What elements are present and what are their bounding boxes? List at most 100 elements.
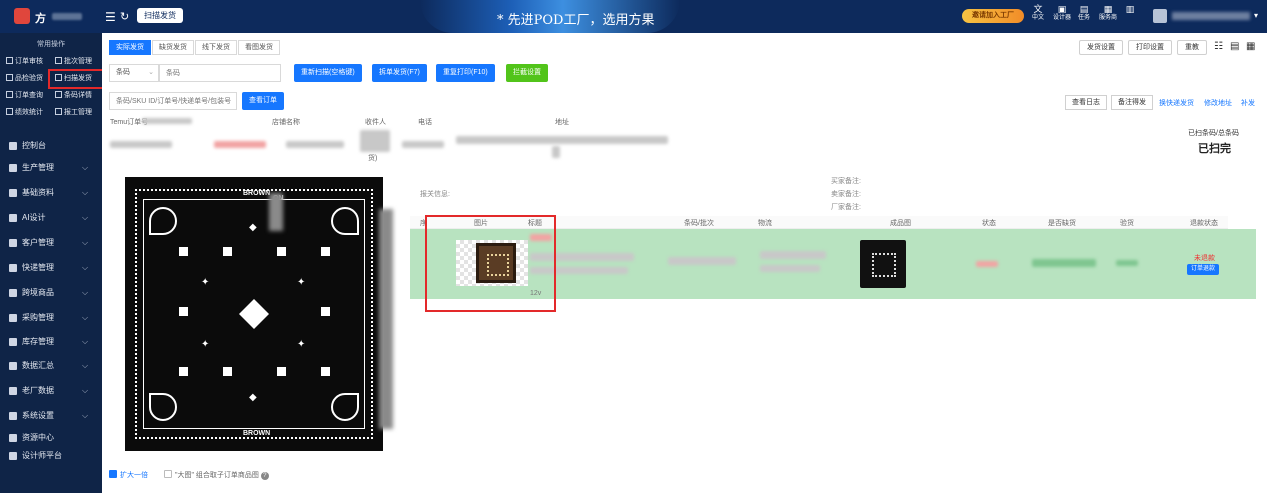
sidebar-item-ai-design[interactable]: AI设计 ⌵ [0, 206, 102, 230]
note-send-button[interactable]: 备注得发 [1111, 95, 1153, 110]
quick-order-query[interactable]: 订单查询 [6, 90, 43, 100]
calendar-icon[interactable]: ▤ [1230, 41, 1239, 52]
barcode-input[interactable] [159, 64, 281, 82]
resource-icon [9, 434, 17, 442]
sidebar-item-designer[interactable]: 设计师平台 [0, 444, 102, 468]
paisley-motif [331, 207, 359, 235]
reprint-button[interactable]: 重教 [1177, 40, 1207, 55]
intercept-settings-button[interactable]: 拦截设置 [506, 64, 548, 82]
address-blurred [456, 136, 668, 144]
finished-product-image[interactable] [860, 240, 906, 288]
large-image-checkbox[interactable] [163, 470, 172, 478]
change-express-link[interactable]: 换快递发货 [1159, 98, 1194, 108]
customer-icon [9, 239, 17, 247]
large-image-option[interactable]: "大图" 组合取子订单商品图 ? [163, 470, 269, 480]
pattern-square [179, 367, 188, 376]
quick-barcode-detail[interactable]: 条码详情 [55, 90, 92, 100]
recipient-detail-blurred [360, 130, 390, 152]
sidebar-item-label: 库存管理 [22, 337, 54, 346]
sidebar-item-old-factory[interactable]: 老厂数据 ⌵ [0, 379, 102, 403]
barcode-blurred [668, 257, 736, 265]
seller-note: 卖家备注: [831, 191, 861, 198]
page-tab-scan-ship[interactable]: 扫描发货 [137, 8, 183, 23]
quick-label: 品检验货 [15, 75, 43, 82]
recipient-fragment: 货) [368, 155, 378, 162]
tab-offline-ship[interactable]: 线下发货 [195, 40, 237, 55]
quick-label: 订单审核 [15, 58, 43, 65]
top-bar: 方 ☰ ↻ 扫描发货 * 先进POD工厂，选用方果 邀请加入工厂 文中文 ▣ 设计… [0, 0, 1267, 33]
sidebar-item-express[interactable]: 快递管理 ⌵ [0, 256, 102, 280]
sidebar-item-system[interactable]: 系统设置 ⌵ [0, 404, 102, 428]
sidebar-item-basic-data[interactable]: 基础资料 ⌵ [0, 181, 102, 205]
quick-work-report[interactable]: 报工管理 [55, 107, 92, 117]
sidebar-item-dashboard[interactable]: 控制台 [0, 134, 102, 158]
rescan-button[interactable]: 重新扫描(空格键) [294, 64, 362, 82]
factory-note: 厂家备注: [831, 204, 861, 211]
logistics-blurred [760, 251, 826, 259]
sidebar: 常用操作 订单审核 批次管理 品检验货 扫描发货 订单查询 条码详情 绩效统计 … [0, 33, 107, 493]
edit-address-link[interactable]: 修改地址 [1204, 98, 1232, 108]
chevron-down-icon: ⌵ [82, 163, 89, 172]
language-tool[interactable]: 文中文 [1026, 5, 1050, 23]
report-icon [55, 108, 62, 115]
col-refund-status: 退款状态 [1190, 220, 1218, 227]
chevron-down-icon: ⌵ [82, 288, 89, 297]
sidebar-item-label: 客户管理 [22, 238, 54, 247]
service-tool[interactable]: ▦ 服务商 [1096, 5, 1120, 23]
view-order-button[interactable]: 查看订单 [242, 92, 284, 110]
order-refund-button[interactable]: 订单退款 [1187, 264, 1220, 275]
user-avatar[interactable] [1153, 9, 1167, 23]
pixelated-region [269, 193, 283, 231]
col-barcode-batch: 条码/批次 [684, 220, 714, 227]
query-icon [6, 91, 13, 98]
layout-icon[interactable]: ☷ [1214, 41, 1223, 52]
pixelated-region [379, 209, 393, 429]
sidebar-item-label: 系统设置 [22, 411, 54, 420]
tab-actual-ship[interactable]: 实际发货 [109, 40, 151, 55]
split-ship-button[interactable]: 拆单发货(F7) [372, 64, 427, 82]
quick-performance[interactable]: 绩效统计 [6, 107, 43, 117]
sidebar-item-data-summary[interactable]: 数据汇总 ⌵ [0, 354, 102, 378]
tab-shortage-ship[interactable]: 缺货发货 [152, 40, 194, 55]
help-icon[interactable]: ? [260, 472, 269, 480]
menu-toggle-icon[interactable]: ☰ [105, 10, 116, 24]
designer-tool[interactable]: ▣ 设计器 [1050, 5, 1074, 23]
invite-promo-button[interactable]: 邀请加入工厂 [962, 9, 1024, 23]
view-log-button[interactable]: 查看日志 [1065, 95, 1107, 110]
scan-type-value: 条码 [116, 69, 130, 76]
task-tool[interactable]: ▤ 任务 [1072, 5, 1096, 23]
old-factory-icon [9, 387, 17, 395]
col-logistics: 物流 [758, 220, 772, 227]
tab-view-image-ship[interactable]: 看图发货 [238, 40, 280, 55]
reissue-link[interactable]: 补发 [1241, 98, 1255, 108]
user-menu-caret-icon[interactable]: ▾ [1254, 11, 1258, 20]
ship-settings-button[interactable]: 发货设置 [1079, 40, 1123, 55]
quick-label: 批次管理 [64, 58, 92, 65]
col-finished-image: 成品图 [890, 220, 911, 227]
pattern-star: ✦ [201, 339, 210, 350]
col-out-of-stock: 是否缺货 [1048, 220, 1076, 227]
quick-label: 报工管理 [64, 109, 92, 116]
sidebar-item-customer[interactable]: 客户管理 ⌵ [0, 231, 102, 255]
quick-batch-manage[interactable]: 批次管理 [55, 56, 92, 66]
chevron-down-icon: ⌵ [82, 337, 89, 346]
sidebar-item-purchase[interactable]: 采购管理 ⌵ [0, 306, 102, 330]
translate-icon: 文 [1033, 4, 1043, 14]
grid-icon[interactable]: ▦ [1246, 41, 1255, 52]
sidebar-item-inventory[interactable]: 库存管理 ⌵ [0, 330, 102, 354]
preview-options: 扩大一倍 "大图" 组合取子订单商品图 ? [109, 470, 269, 480]
chevron-down-icon: ⌵ [82, 386, 89, 395]
enlarge-checkbox[interactable] [109, 470, 117, 478]
repeat-print-button[interactable]: 重复打印(F10) [436, 64, 495, 82]
refresh-icon[interactable]: ↻ [120, 10, 129, 23]
col-status: 状态 [982, 220, 996, 227]
order-search-input[interactable] [109, 92, 237, 110]
quick-quality-check[interactable]: 品检验货 [6, 73, 43, 83]
sidebar-item-production[interactable]: 生产管理 ⌵ [0, 156, 102, 180]
sidebar-item-crossborder[interactable]: 跨境商品 ⌵ [0, 281, 102, 305]
notice-tool[interactable]: ▥ [1118, 5, 1142, 14]
enlarge-label: 扩大一倍 [120, 472, 148, 479]
print-settings-button[interactable]: 打印设置 [1128, 40, 1172, 55]
quick-order-review[interactable]: 订单审核 [6, 56, 43, 66]
scan-type-select[interactable]: 条码 ⌄ [109, 64, 159, 82]
